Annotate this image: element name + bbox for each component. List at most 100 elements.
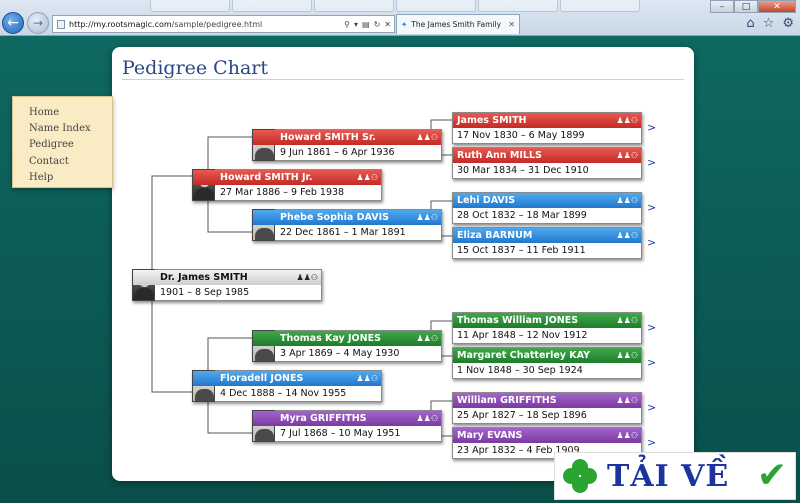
family-icons[interactable]: ♟♟⚇ bbox=[416, 331, 438, 346]
person-card-gen4[interactable]: Margaret Chatterley KAY ♟♟⚇ 1 Nov 1848 – … bbox=[452, 347, 642, 379]
compat-view-icon[interactable]: ▤ bbox=[362, 20, 370, 29]
person-card-gen4[interactable]: Thomas William JONES ♟♟⚇ 11 Apr 1848 – 12… bbox=[452, 312, 642, 344]
search-icon[interactable]: ⚲ bbox=[344, 20, 350, 29]
person-name-text: Ruth Ann MILLS bbox=[457, 150, 542, 161]
person-name: Ruth Ann MILLS ♟♟⚇ bbox=[453, 148, 641, 163]
person-card-maternal-grandfather[interactable]: Thomas Kay JONES ♟♟⚇ 3 Apr 1869 – 4 May 1… bbox=[252, 330, 442, 362]
address-bar[interactable]: http://my.rootsmagic.com/sample/pedigree… bbox=[52, 15, 395, 33]
forward-button[interactable]: → bbox=[27, 12, 49, 34]
background-tab[interactable] bbox=[150, 0, 230, 12]
person-dates: 3 Apr 1869 – 4 May 1930 bbox=[280, 348, 400, 359]
tab-active[interactable]: ✦ The James Smith Family (A ... ✕ bbox=[396, 14, 520, 34]
person-name: Eliza BARNUM ♟♟⚇ bbox=[453, 228, 641, 243]
home-icon[interactable]: ⌂ bbox=[746, 16, 754, 31]
title-divider bbox=[122, 79, 684, 80]
person-card-gen4[interactable]: William GRIFFITHS ♟♟⚇ 25 Apr 1827 – 18 Se… bbox=[452, 392, 642, 424]
family-icons[interactable]: ♟♟⚇ bbox=[616, 428, 638, 443]
expand-ancestors-link[interactable]: > bbox=[647, 436, 656, 449]
family-icons[interactable]: ♟♟⚇ bbox=[416, 130, 438, 145]
person-card-maternal-grandmother[interactable]: Myra GRIFFITHS ♟♟⚇ 7 Jul 1868 – 10 May 19… bbox=[252, 410, 442, 442]
person-dates: 28 Oct 1832 – 18 Mar 1899 bbox=[457, 210, 587, 221]
menu-item-contact[interactable]: Contact bbox=[29, 154, 112, 170]
back-button[interactable]: ← bbox=[2, 12, 24, 34]
expand-ancestors-link[interactable]: > bbox=[647, 401, 656, 414]
menu-item-pedigree[interactable]: Pedigree bbox=[29, 137, 112, 153]
person-name: Thomas William JONES ♟♟⚇ bbox=[453, 313, 641, 328]
person-name: Phebe Sophia DAVIS ♟♟⚇ bbox=[253, 210, 441, 225]
menu-item-home[interactable]: Home bbox=[29, 105, 112, 121]
person-dates: 7 Jul 1868 – 10 May 1951 bbox=[280, 428, 401, 439]
family-icons[interactable]: ♟♟⚇ bbox=[616, 393, 638, 408]
family-icons[interactable]: ♟♟⚇ bbox=[616, 313, 638, 328]
person-name: Howard SMITH Sr. ♟♟⚇ bbox=[253, 130, 441, 145]
person-name-text: Howard SMITH Sr. bbox=[280, 132, 376, 143]
address-url[interactable]: http://my.rootsmagic.com/sample/pedigree… bbox=[69, 20, 340, 29]
person-dates: 1 Nov 1848 – 30 Sep 1924 bbox=[457, 365, 583, 376]
background-tab[interactable] bbox=[478, 0, 558, 12]
clover-icon bbox=[563, 459, 597, 493]
person-name-text: Floradell JONES bbox=[220, 373, 304, 384]
expand-ancestors-link[interactable]: > bbox=[647, 201, 656, 214]
person-dates: 22 Dec 1861 – 1 Mar 1891 bbox=[280, 227, 406, 238]
expand-ancestors-link[interactable]: > bbox=[647, 121, 656, 134]
person-card-root[interactable]: Dr. James SMITH ♟♟⚇ 1901 – 8 Sep 1985 bbox=[132, 269, 322, 301]
close-window-button[interactable]: ✕ bbox=[758, 0, 796, 13]
person-name-text: Mary EVANS bbox=[457, 430, 523, 441]
person-card-paternal-grandmother[interactable]: Phebe Sophia DAVIS ♟♟⚇ 22 Dec 1861 – 1 Ma… bbox=[252, 209, 442, 241]
person-name: Floradell JONES ♟♟⚇ bbox=[193, 371, 381, 386]
family-icons[interactable]: ♟♟⚇ bbox=[296, 270, 318, 285]
person-name-text: Lehi DAVIS bbox=[457, 195, 516, 206]
person-card-father[interactable]: Howard SMITH Jr. ♟♟⚇ 27 Mar 1886 – 9 Feb … bbox=[192, 169, 382, 201]
person-card-gen4[interactable]: Ruth Ann MILLS ♟♟⚇ 30 Mar 1834 – 31 Dec 1… bbox=[452, 147, 642, 179]
background-tabs[interactable] bbox=[150, 0, 640, 14]
checkmark-icon: ✔ bbox=[756, 455, 787, 496]
family-icons[interactable]: ♟♟⚇ bbox=[616, 148, 638, 163]
background-tab[interactable] bbox=[396, 0, 476, 12]
person-dates: 4 Dec 1888 – 14 Nov 1955 bbox=[220, 388, 347, 399]
expand-ancestors-link[interactable]: > bbox=[647, 356, 656, 369]
person-dates: 17 Nov 1830 – 6 May 1899 bbox=[457, 130, 585, 141]
expand-ancestors-link[interactable]: > bbox=[647, 321, 656, 334]
person-name: James SMITH ♟♟⚇ bbox=[453, 113, 641, 128]
family-icons[interactable]: ♟♟⚇ bbox=[616, 228, 638, 243]
maximize-button[interactable]: □ bbox=[734, 0, 758, 13]
person-card-mother[interactable]: Floradell JONES ♟♟⚇ 4 Dec 1888 – 14 Nov 1… bbox=[192, 370, 382, 402]
person-name-text: James SMITH bbox=[457, 115, 527, 126]
family-icons[interactable]: ♟♟⚇ bbox=[356, 170, 378, 185]
settings-gear-icon[interactable]: ⚙ bbox=[782, 16, 794, 31]
person-card-gen4[interactable]: Eliza BARNUM ♟♟⚇ 15 Oct 1837 – 11 Feb 191… bbox=[452, 227, 642, 259]
person-name-text: Howard SMITH Jr. bbox=[220, 172, 313, 183]
person-dates: 25 Apr 1827 – 18 Sep 1896 bbox=[457, 410, 587, 421]
menu-item-help[interactable]: Help bbox=[29, 170, 112, 186]
background-tab[interactable] bbox=[560, 0, 640, 12]
family-icons[interactable]: ♟♟⚇ bbox=[416, 210, 438, 225]
person-name: Myra GRIFFITHS ♟♟⚇ bbox=[253, 411, 441, 426]
expand-ancestors-link[interactable]: > bbox=[647, 156, 656, 169]
person-card-gen4[interactable]: Lehi DAVIS ♟♟⚇ 28 Oct 1832 – 18 Mar 1899 bbox=[452, 192, 642, 224]
stop-icon[interactable]: ✕ bbox=[384, 20, 391, 29]
expand-ancestors-link[interactable]: > bbox=[647, 236, 656, 249]
person-card-paternal-grandfather[interactable]: Howard SMITH Sr. ♟♟⚇ 9 Jun 1861 – 6 Apr 1… bbox=[252, 129, 442, 161]
person-name-text: Eliza BARNUM bbox=[457, 230, 533, 241]
menu-item-name-index[interactable]: Name Index bbox=[29, 121, 112, 137]
family-icons[interactable]: ♟♟⚇ bbox=[416, 411, 438, 426]
favorites-star-icon[interactable]: ☆ bbox=[763, 16, 775, 31]
family-icons[interactable]: ♟♟⚇ bbox=[616, 193, 638, 208]
person-dates: 27 Mar 1886 – 9 Feb 1938 bbox=[220, 187, 345, 198]
background-tab[interactable] bbox=[232, 0, 312, 12]
person-name: Lehi DAVIS ♟♟⚇ bbox=[453, 193, 641, 208]
family-icons[interactable]: ♟♟⚇ bbox=[616, 348, 638, 363]
url-path: /sample/pedigree.html bbox=[171, 19, 263, 29]
family-icons[interactable]: ♟♟⚇ bbox=[616, 113, 638, 128]
person-name-text: Thomas William JONES bbox=[457, 315, 579, 326]
refresh-icon[interactable]: ↻ bbox=[374, 20, 381, 29]
tab-close-icon[interactable]: ✕ bbox=[508, 20, 515, 29]
url-host: http://my.rootsmagic.com bbox=[69, 19, 172, 29]
person-dates: 9 Jun 1861 – 6 Apr 1936 bbox=[280, 147, 395, 158]
person-dates: 15 Oct 1837 – 11 Feb 1911 bbox=[457, 245, 586, 256]
background-tab[interactable] bbox=[314, 0, 394, 12]
person-card-gen4[interactable]: James SMITH ♟♟⚇ 17 Nov 1830 – 6 May 1899 bbox=[452, 112, 642, 144]
dropdown-icon[interactable]: ▾ bbox=[354, 20, 358, 29]
minimize-button[interactable]: – bbox=[710, 0, 734, 13]
family-icons[interactable]: ♟♟⚇ bbox=[356, 371, 378, 386]
